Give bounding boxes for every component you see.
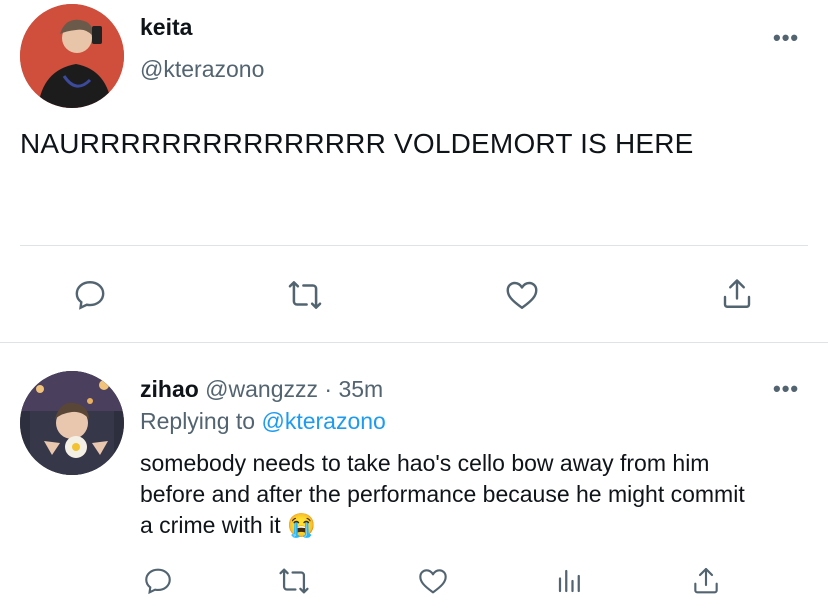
like-icon[interactable] — [501, 275, 543, 315]
retweet-icon[interactable] — [285, 275, 325, 315]
reply-text: somebody needs to take hao's cello bow a… — [140, 448, 745, 541]
reply-author-handle[interactable]: @wangzzz — [205, 376, 318, 402]
share-icon[interactable] — [717, 273, 757, 315]
crying-face-emoji: 😭 — [286, 512, 316, 538]
reply-text-line: somebody needs to take hao's cello bow a… — [140, 450, 710, 476]
analytics-icon[interactable] — [552, 563, 588, 599]
author-handle[interactable]: @kterazono — [140, 56, 264, 83]
reply-text-line-3: a crime with it — [140, 512, 281, 538]
reply-reply-icon[interactable] — [140, 563, 176, 599]
section-divider — [0, 342, 828, 343]
author-name[interactable]: keita — [140, 14, 192, 41]
reply-timestamp[interactable]: 35m — [338, 376, 383, 402]
replying-to-label: Replying to — [140, 408, 256, 434]
zihao-avatar[interactable] — [20, 371, 124, 475]
reply-text-line: before and after the performance because… — [140, 481, 745, 507]
reply-like-icon[interactable] — [414, 563, 452, 599]
reply-retweet-icon[interactable] — [276, 563, 312, 599]
tweet-text: NAURRRRRRRRRRRRRRR VOLDEMORT IS HERE — [20, 128, 694, 159]
keita-avatar[interactable] — [20, 4, 124, 108]
replying-to-handle[interactable]: @kterazono — [261, 408, 385, 434]
more-options-icon[interactable]: ••• — [773, 27, 799, 49]
reply-icon[interactable] — [70, 275, 110, 315]
reply-text-line: a crime with it 😭 — [140, 510, 745, 541]
separator-dot: · — [324, 376, 333, 402]
divider — [20, 245, 808, 246]
reply-share-icon[interactable] — [688, 563, 724, 599]
replying-to: Replying to @kterazono — [140, 408, 386, 435]
reply-header: zihao @wangzzz · 35m — [140, 376, 383, 403]
reply-author-name[interactable]: zihao — [140, 376, 199, 402]
reply-more-options-icon[interactable]: ••• — [773, 378, 799, 400]
